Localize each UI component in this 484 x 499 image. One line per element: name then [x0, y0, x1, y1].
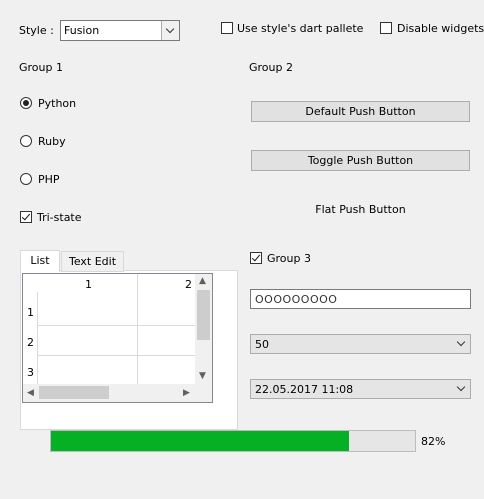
spinbox-slider[interactable]: 50	[250, 334, 471, 354]
tristate-label: Tri-state	[37, 211, 82, 224]
grid-line	[37, 355, 195, 356]
progress-bar	[50, 430, 416, 452]
grid-line	[37, 292, 38, 384]
style-combobox-value: Fusion	[64, 24, 100, 37]
datetime-value: 22.05.2017 11:08	[255, 383, 354, 396]
use-palette-checkbox[interactable]	[221, 22, 233, 34]
vertical-scroll-thumb[interactable]	[197, 290, 210, 340]
list-table[interactable]: 1 2 1 2 3 ▲ ▼ ◀ ▶	[22, 273, 213, 403]
radio-python-label: Python	[38, 97, 77, 110]
flat-push-button[interactable]: Flat Push Button	[251, 203, 470, 216]
password-field-value: OOOOOOOOO	[255, 293, 338, 306]
group3-checkbox[interactable]	[250, 252, 262, 264]
scroll-left-icon[interactable]: ◀	[27, 388, 34, 398]
group3-title: Group 3	[267, 252, 311, 265]
radio-php[interactable]	[20, 173, 32, 185]
disable-widgets-checkbox[interactable]	[380, 22, 392, 34]
default-push-button[interactable]: Default Push Button	[251, 101, 470, 122]
progress-text: 82%	[421, 435, 446, 448]
toggle-push-button[interactable]: Toggle Push Button	[251, 150, 470, 171]
tab-text-edit[interactable]: Text Edit	[61, 251, 124, 272]
password-field[interactable]: OOOOOOOOO	[250, 289, 471, 309]
row-header-2[interactable]: 2	[27, 336, 34, 349]
scroll-right-icon[interactable]: ▶	[183, 388, 190, 398]
row-header-1[interactable]: 1	[27, 306, 34, 319]
style-label: Style :	[19, 24, 54, 37]
spinbox-value: 50	[255, 338, 269, 351]
datetime-edit[interactable]: 22.05.2017 11:08	[250, 379, 471, 399]
grid-line	[37, 325, 195, 326]
tab-list[interactable]: List	[20, 250, 60, 272]
horizontal-scroll-thumb[interactable]	[39, 386, 109, 399]
vertical-scrollbar[interactable]: ▲ ▼	[195, 274, 212, 384]
chevron-down-icon	[165, 24, 175, 34]
chevron-down-icon[interactable]	[456, 337, 466, 347]
chevron-down-icon[interactable]	[456, 382, 466, 392]
use-palette-label: Use style's dart pallete	[237, 22, 364, 35]
disable-widgets-label: Disable widgets	[397, 22, 484, 35]
column-header-2[interactable]: 2	[185, 278, 192, 291]
tristate-checkbox[interactable]	[20, 211, 32, 223]
horizontal-scrollbar[interactable]: ◀ ▶	[23, 384, 212, 402]
column-header-1[interactable]: 1	[85, 278, 92, 291]
group2-title: Group 2	[249, 61, 293, 74]
style-combobox-dropdown[interactable]	[161, 21, 179, 40]
scroll-up-icon[interactable]: ▲	[199, 276, 206, 286]
radio-ruby[interactable]	[20, 135, 32, 147]
group1-title: Group 1	[19, 61, 63, 74]
progress-fill	[51, 431, 350, 451]
row-header-3[interactable]: 3	[27, 366, 34, 379]
scroll-down-icon[interactable]: ▼	[199, 371, 206, 381]
radio-php-label: PHP	[38, 173, 60, 186]
style-combobox[interactable]: Fusion	[60, 20, 180, 41]
grid-line	[137, 274, 138, 384]
radio-python[interactable]	[20, 97, 32, 109]
radio-ruby-label: Ruby	[38, 135, 66, 148]
